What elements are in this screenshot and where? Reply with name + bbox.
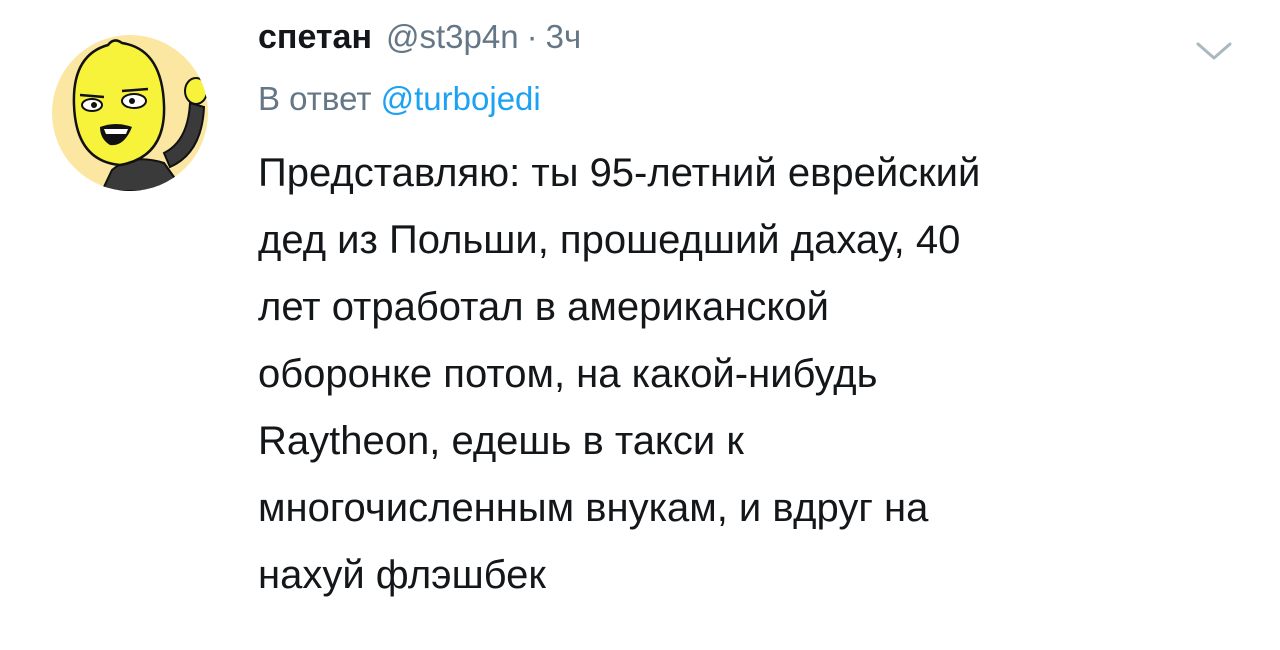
lemon-character-icon: [52, 35, 208, 191]
tweet-header: спетан @st3p4n · 3ч: [258, 18, 1248, 70]
user-handle[interactable]: @st3p4n: [386, 18, 519, 56]
display-name[interactable]: спетан: [258, 18, 372, 57]
reply-context: В ответ @turbojedi: [258, 80, 1248, 130]
tweet-content: спетан @st3p4n · 3ч В ответ @turbojedi П…: [258, 18, 1248, 609]
reply-prefix: В ответ: [258, 80, 372, 117]
tweet-menu-button[interactable]: [1194, 36, 1234, 66]
separator-dot: ·: [526, 18, 538, 55]
timestamp[interactable]: 3ч: [546, 18, 582, 56]
tweet-card[interactable]: спетан @st3p4n · 3ч В ответ @turbojedi П…: [0, 0, 1280, 650]
avatar[interactable]: [52, 35, 208, 191]
chevron-down-icon: [1196, 42, 1232, 60]
tweet-text: Представляю: ты 95-летний еврейский дед …: [258, 151, 981, 597]
reply-mention-link[interactable]: @turbojedi: [381, 80, 541, 117]
